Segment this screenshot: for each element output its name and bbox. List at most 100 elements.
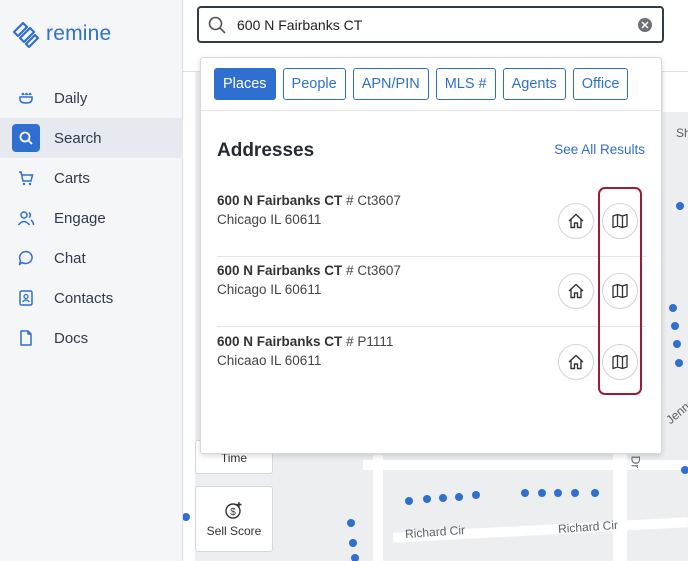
view-on-map-button[interactable] (602, 203, 638, 239)
sell-score-button[interactable]: $ Sell Score (195, 486, 273, 552)
divider (217, 326, 647, 327)
filter-chip-mls[interactable]: MLS # (435, 68, 496, 100)
map-road (613, 440, 627, 561)
sidebar-nav: Daily Search Carts Engage Chat Contacts … (0, 78, 183, 358)
property-marker[interactable] (673, 340, 681, 348)
view-on-map-button[interactable] (602, 344, 638, 380)
filter-chip-agents[interactable]: Agents (502, 68, 566, 100)
result-address-line: 600 N Fairbanks CT # Ct3607 (217, 193, 401, 208)
close-icon (641, 21, 649, 29)
property-marker[interactable] (347, 519, 355, 527)
sidebar-item-chat[interactable]: Chat (0, 238, 183, 278)
sidebar-item-label: Carts (54, 169, 90, 187)
section-title: Addresses (217, 140, 315, 161)
property-marker[interactable] (554, 489, 562, 497)
address-result[interactable]: 600 N Fairbanks CT # Ct3607 Chicago IL 6… (217, 257, 647, 327)
property-marker[interactable] (405, 497, 413, 505)
sidebar-item-label: Contacts (54, 289, 114, 307)
view-property-button[interactable] (558, 344, 594, 380)
sidebar-item-label: Engage (54, 209, 106, 227)
map-road (373, 455, 383, 561)
result-address-line: 600 N Fairbanks CT # P1111 (217, 334, 393, 349)
map-road (183, 72, 195, 561)
sidebar-item-carts[interactable]: Carts (0, 158, 183, 198)
map-icon (612, 213, 628, 229)
property-marker[interactable] (538, 489, 546, 497)
brand-name: remine (46, 22, 112, 45)
filter-chip-places[interactable]: Places (214, 68, 276, 100)
street-label: Richard Cir (557, 517, 619, 537)
view-property-button[interactable] (558, 273, 594, 309)
sidebar-item-docs[interactable]: Docs (0, 318, 183, 358)
view-property-button[interactable] (558, 203, 594, 239)
chat-icon (12, 244, 40, 272)
result-unit: # P1111 (346, 334, 394, 349)
result-street: 600 N Fairbanks CT (217, 263, 343, 278)
daily-icon (12, 84, 40, 112)
result-street: 600 N Fairbanks CT (217, 193, 343, 208)
sidebar-item-label: Chat (54, 249, 86, 267)
sidebar-item-engage[interactable]: Engage (0, 198, 183, 238)
search-input[interactable] (237, 16, 617, 33)
street-label: Sh (676, 126, 688, 140)
view-on-map-button[interactable] (602, 273, 638, 309)
sell-score-label: Sell Score (206, 524, 262, 538)
filter-chip-office[interactable]: Office (572, 68, 629, 100)
sell-score-icon: $ (225, 502, 242, 519)
result-unit: # Ct3607 (346, 193, 401, 208)
see-all-results-link[interactable]: See All Results (554, 142, 645, 157)
filter-chip-apn-pin[interactable]: APN/PIN (352, 68, 429, 100)
property-marker[interactable] (439, 494, 447, 502)
sidebar-item-label: Docs (54, 329, 89, 347)
filter-chip-people[interactable]: People (282, 68, 346, 100)
search-icon (208, 16, 226, 34)
property-marker[interactable] (455, 493, 463, 501)
property-marker[interactable] (521, 489, 529, 497)
map-icon (612, 283, 628, 299)
clear-search-button[interactable] (638, 18, 652, 32)
sidebar-item-daily[interactable]: Daily (0, 78, 183, 118)
property-marker[interactable] (669, 304, 677, 312)
logo[interactable]: remine (10, 18, 111, 50)
result-address-line: 600 N Fairbanks CT # Ct3607 (217, 263, 401, 278)
sidebar: remine Daily Search Carts Engage Chat Co… (0, 0, 183, 561)
house-icon (568, 213, 584, 229)
map-road (663, 72, 688, 112)
search-bar (197, 6, 664, 43)
sidebar-item-search[interactable]: Search (0, 118, 183, 158)
property-marker[interactable] (681, 466, 688, 474)
remine-logo-icon (12, 21, 40, 49)
house-icon (568, 354, 584, 370)
property-marker[interactable] (423, 495, 431, 503)
divider (201, 110, 661, 111)
property-marker[interactable] (675, 359, 683, 367)
sidebar-item-contacts[interactable]: Contacts (0, 278, 183, 318)
document-icon (12, 324, 40, 352)
svg-text:$: $ (230, 507, 236, 518)
result-street: 600 N Fairbanks CT (217, 334, 343, 349)
address-result[interactable]: 600 N Fairbanks CT # Ct3607 Chicago IL 6… (217, 187, 647, 257)
property-marker[interactable] (671, 322, 679, 330)
property-marker[interactable] (472, 491, 480, 499)
house-icon (568, 283, 584, 299)
address-result[interactable]: 600 N Fairbanks CT # P1111 Chicaao IL 60… (217, 328, 647, 398)
sidebar-item-label: Search (54, 129, 102, 147)
users-icon (12, 204, 40, 232)
property-marker[interactable] (676, 202, 684, 210)
search-results-dropdown: Places People APN/PIN MLS # Agents Offic… (200, 57, 662, 454)
property-marker[interactable] (351, 554, 359, 561)
result-unit: # Ct3607 (346, 263, 401, 278)
property-marker[interactable] (571, 489, 579, 497)
result-city: Chicaao IL 60611 (217, 353, 322, 368)
result-city: Chicago IL 60611 (217, 212, 322, 227)
cart-icon (12, 164, 40, 192)
contacts-icon (12, 284, 40, 312)
filter-chips: Places People APN/PIN MLS # Agents Offic… (214, 68, 629, 100)
sidebar-item-label: Daily (54, 89, 88, 107)
property-marker[interactable] (591, 489, 599, 497)
property-marker[interactable] (349, 539, 357, 547)
result-city: Chicago IL 60611 (217, 282, 322, 297)
search-icon (12, 124, 40, 152)
map-icon (612, 354, 628, 370)
street-label: Dr (628, 455, 643, 469)
